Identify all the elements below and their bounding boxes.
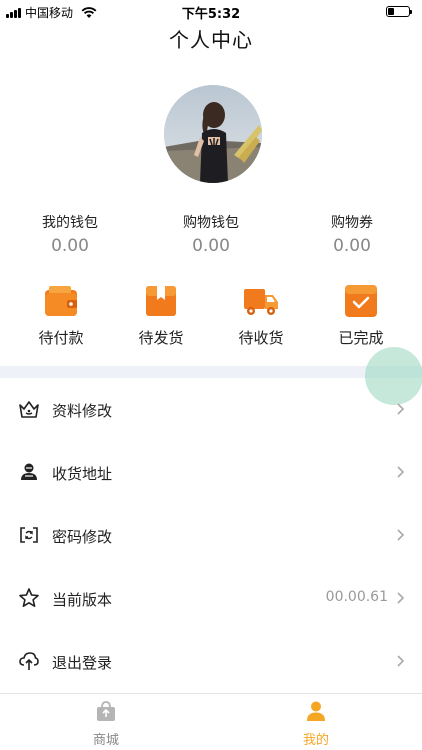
check-box-icon xyxy=(345,285,377,317)
page-title: 个人中心 xyxy=(169,28,253,52)
menu-item-edit-profile[interactable]: 资料修改 xyxy=(0,378,422,441)
menu-label: 收货地址 xyxy=(52,465,113,483)
order-pending-shipment[interactable]: 待发货 xyxy=(111,283,211,348)
order-label: 已完成 xyxy=(338,329,384,347)
contacts-icon xyxy=(21,463,37,480)
shop-bag-icon xyxy=(97,701,115,721)
status-bar: 中国移动 下午5:32 xyxy=(0,0,422,22)
avatar[interactable] xyxy=(164,85,262,183)
upload-cloud-icon xyxy=(19,652,39,670)
menu-item-shipping-address[interactable]: 收货地址 xyxy=(0,441,422,504)
section-divider xyxy=(0,366,422,378)
chevron-right-icon xyxy=(397,592,405,604)
tab-mine[interactable]: 我的 xyxy=(271,700,361,748)
avatar-photo xyxy=(164,85,262,183)
wallet-value: 0.00 xyxy=(333,236,371,256)
chevron-right-icon xyxy=(397,403,405,415)
wallet-icon xyxy=(45,286,77,316)
bottom-tab-bar: 商城 我的 xyxy=(0,693,422,750)
wallet-value: 0.00 xyxy=(51,236,89,256)
order-pending-payment[interactable]: 待付款 xyxy=(11,283,111,348)
person-icon xyxy=(307,701,325,721)
order-pending-receipt[interactable]: 待收货 xyxy=(211,283,311,348)
refresh-lock-icon xyxy=(20,527,38,543)
wallet-summary: 我的钱包 0.00 购物钱包 0.00 购物券 0.00 xyxy=(0,212,422,262)
chevron-right-icon xyxy=(397,655,405,667)
order-label: 待发货 xyxy=(138,329,184,347)
wallet-shopping[interactable]: 购物钱包 0.00 xyxy=(151,212,271,256)
wallet-my[interactable]: 我的钱包 0.00 xyxy=(10,212,130,256)
menu-label: 资料修改 xyxy=(52,402,113,420)
star-icon xyxy=(19,588,39,607)
tab-shop[interactable]: 商城 xyxy=(61,700,151,748)
order-label: 待付款 xyxy=(38,329,84,347)
wallet-label: 购物券 xyxy=(331,215,373,231)
tab-label: 商城 xyxy=(92,733,119,748)
wallet-label: 购物钱包 xyxy=(183,215,239,231)
order-status-row: 待付款 待发货 待收货 已完成 xyxy=(0,283,422,353)
truck-icon xyxy=(244,289,278,315)
menu-label: 密码修改 xyxy=(52,528,113,546)
menu-item-current-version[interactable]: 当前版本 00.00.61 xyxy=(0,567,422,630)
status-time: 下午5:32 xyxy=(181,7,241,22)
chevron-right-icon xyxy=(397,466,405,478)
package-icon xyxy=(146,286,176,316)
wallet-label: 我的钱包 xyxy=(42,215,98,231)
menu-item-logout[interactable]: 退出登录 xyxy=(0,630,422,693)
menu-label: 当前版本 xyxy=(52,591,113,609)
menu-label: 退出登录 xyxy=(52,654,113,672)
battery-icon xyxy=(386,6,412,17)
crown-icon xyxy=(19,401,39,418)
settings-menu: 资料修改 收货地址 密码修改 当前版本 00.00.61 退出登录 xyxy=(0,378,422,693)
version-number: 00.00.61 xyxy=(325,589,388,605)
menu-item-change-password[interactable]: 密码修改 xyxy=(0,504,422,567)
wallet-value: 0.00 xyxy=(192,236,230,256)
order-completed[interactable]: 已完成 xyxy=(311,283,411,348)
chevron-right-icon xyxy=(397,529,405,541)
tab-label: 我的 xyxy=(302,733,329,748)
wallet-coupon[interactable]: 购物券 0.00 xyxy=(292,212,412,256)
order-label: 待收货 xyxy=(238,329,284,347)
